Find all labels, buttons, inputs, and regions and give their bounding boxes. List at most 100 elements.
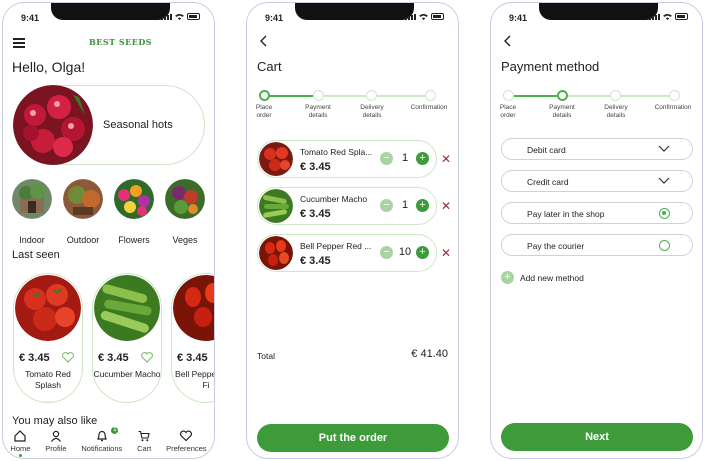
- payment-option-courier[interactable]: Pay the courier: [501, 234, 693, 256]
- add-method-button[interactable]: + Add new method: [501, 271, 584, 284]
- remove-icon[interactable]: ✕: [441, 246, 451, 260]
- option-label: Debit card: [527, 145, 566, 155]
- item-name: Cucumber Macho: [300, 194, 368, 204]
- radio-unselected[interactable]: [659, 240, 670, 251]
- cucumber-image: [94, 275, 160, 341]
- notification-badge: 1: [111, 427, 119, 434]
- product-card[interactable]: € 3.45 Bell Pepper Red Fi: [171, 273, 214, 403]
- category-indoor[interactable]: Indoor: [12, 179, 52, 248]
- radish-image: [13, 85, 93, 165]
- nav-preferences[interactable]: Preferences: [166, 430, 207, 458]
- step-line: [268, 95, 313, 97]
- increase-button[interactable]: +: [416, 152, 429, 165]
- product-name: Bell Pepper Red Fi: [175, 369, 214, 390]
- remove-icon[interactable]: ✕: [441, 199, 451, 213]
- step-dot: [669, 90, 680, 101]
- back-icon[interactable]: [259, 35, 269, 47]
- plus-icon: +: [501, 271, 514, 284]
- cart-screen: 9:41 Cart Place order Payment details De…: [246, 2, 459, 459]
- cucumber-image: [259, 189, 293, 223]
- product-price: € 3.45: [19, 352, 50, 364]
- signal-icon: [161, 14, 172, 20]
- nav-notifications[interactable]: Notifications 1: [81, 427, 123, 458]
- payment-option-debit[interactable]: Debit card: [501, 138, 693, 160]
- put-order-button[interactable]: Put the order: [257, 424, 449, 452]
- nav-cart[interactable]: Cart: [137, 430, 151, 458]
- heart-icon: [180, 430, 193, 442]
- step-dot: [503, 90, 514, 101]
- cart-icon: [138, 430, 150, 442]
- menu-icon[interactable]: [13, 38, 25, 50]
- tomato-image: [259, 142, 293, 176]
- category-flowers[interactable]: Flowers: [114, 179, 154, 248]
- total-label: Total: [257, 351, 275, 361]
- notch: [539, 3, 658, 20]
- app-logo: BEST SEEDS: [89, 37, 153, 47]
- battery-icon: [675, 13, 688, 20]
- cart-item: Cucumber Macho € 3.45 − 1 +: [257, 187, 437, 225]
- status-time: 9:41: [509, 13, 528, 23]
- product-name: Cucumber Macho: [93, 369, 161, 379]
- step-dot: [313, 90, 324, 101]
- back-icon[interactable]: [503, 35, 513, 47]
- step-line: [324, 95, 366, 97]
- bottom-nav: Home Profile Notifications 1 Cart Prefer…: [3, 427, 214, 458]
- status-time: 9:41: [21, 13, 40, 23]
- payment-option-credit[interactable]: Credit card: [501, 170, 693, 192]
- banner-label: Seasonal hots: [103, 119, 173, 131]
- item-quantity: 10: [398, 246, 412, 258]
- remove-icon[interactable]: ✕: [441, 152, 451, 166]
- product-card[interactable]: € 3.45 Tomato Red Splash: [13, 273, 83, 403]
- active-indicator: [18, 454, 22, 457]
- increase-button[interactable]: +: [416, 246, 429, 259]
- step-label: Delivery details: [604, 104, 628, 119]
- increase-button[interactable]: +: [416, 199, 429, 212]
- step-dot: [610, 90, 621, 101]
- also-like-title: You may also like: [12, 415, 98, 427]
- step-dot: [425, 90, 436, 101]
- battery-icon: [187, 13, 200, 20]
- payment-screen: 9:41 Payment method Place order Payment …: [490, 2, 703, 459]
- greeting: Hello, Olga!: [12, 59, 86, 75]
- total-value: € 41.40: [411, 348, 448, 360]
- product-card[interactable]: € 3.45 Cucumber Macho: [92, 273, 162, 403]
- nav-label: Home: [10, 444, 31, 453]
- step-label: Place order: [499, 104, 517, 119]
- status-icons: [405, 13, 444, 20]
- home-screen: 9:41 BEST SEEDS Hello, Olga! Seasonal ho…: [2, 2, 215, 459]
- decrease-button[interactable]: −: [380, 246, 393, 259]
- cart-item: Bell Pepper Red ... € 3.45 − 10 +: [257, 234, 437, 272]
- item-price: € 3.45: [300, 161, 331, 173]
- decrease-button[interactable]: −: [380, 199, 393, 212]
- outdoor-image: [63, 179, 103, 219]
- pepper-image: [173, 275, 214, 341]
- heart-icon[interactable]: [141, 352, 153, 363]
- decrease-button[interactable]: −: [380, 152, 393, 165]
- payment-option-pay-later[interactable]: Pay later in the shop: [501, 202, 693, 224]
- step-label: Delivery details: [360, 104, 384, 119]
- status-icons: [649, 13, 688, 20]
- step-line: [377, 95, 425, 97]
- step-dot: [366, 90, 377, 101]
- nav-profile[interactable]: Profile: [45, 430, 67, 458]
- wifi-icon: [175, 13, 184, 20]
- option-label: Pay the courier: [527, 241, 585, 251]
- next-button[interactable]: Next: [501, 423, 693, 451]
- category-veges[interactable]: Veges: [165, 179, 205, 248]
- signal-icon: [405, 14, 416, 20]
- heart-icon[interactable]: [62, 352, 74, 363]
- nav-label: Preferences: [166, 444, 207, 453]
- nav-label: Notifications: [81, 444, 123, 453]
- battery-icon: [431, 13, 444, 20]
- category-outdoor[interactable]: Outdoor: [63, 179, 103, 248]
- indoor-image: [12, 179, 52, 219]
- tomato-image: [15, 275, 81, 341]
- category-label: Indoor: [19, 235, 45, 245]
- radio-selected[interactable]: [659, 208, 670, 219]
- cart-item: Tomato Red Spla... € 3.45 − 1 +: [257, 140, 437, 178]
- item-quantity: 1: [401, 199, 409, 211]
- step-dot-active: [557, 90, 568, 101]
- step-label: Confirmation: [654, 104, 692, 111]
- step-label: Payment details: [549, 104, 575, 119]
- nav-home[interactable]: Home: [10, 430, 31, 458]
